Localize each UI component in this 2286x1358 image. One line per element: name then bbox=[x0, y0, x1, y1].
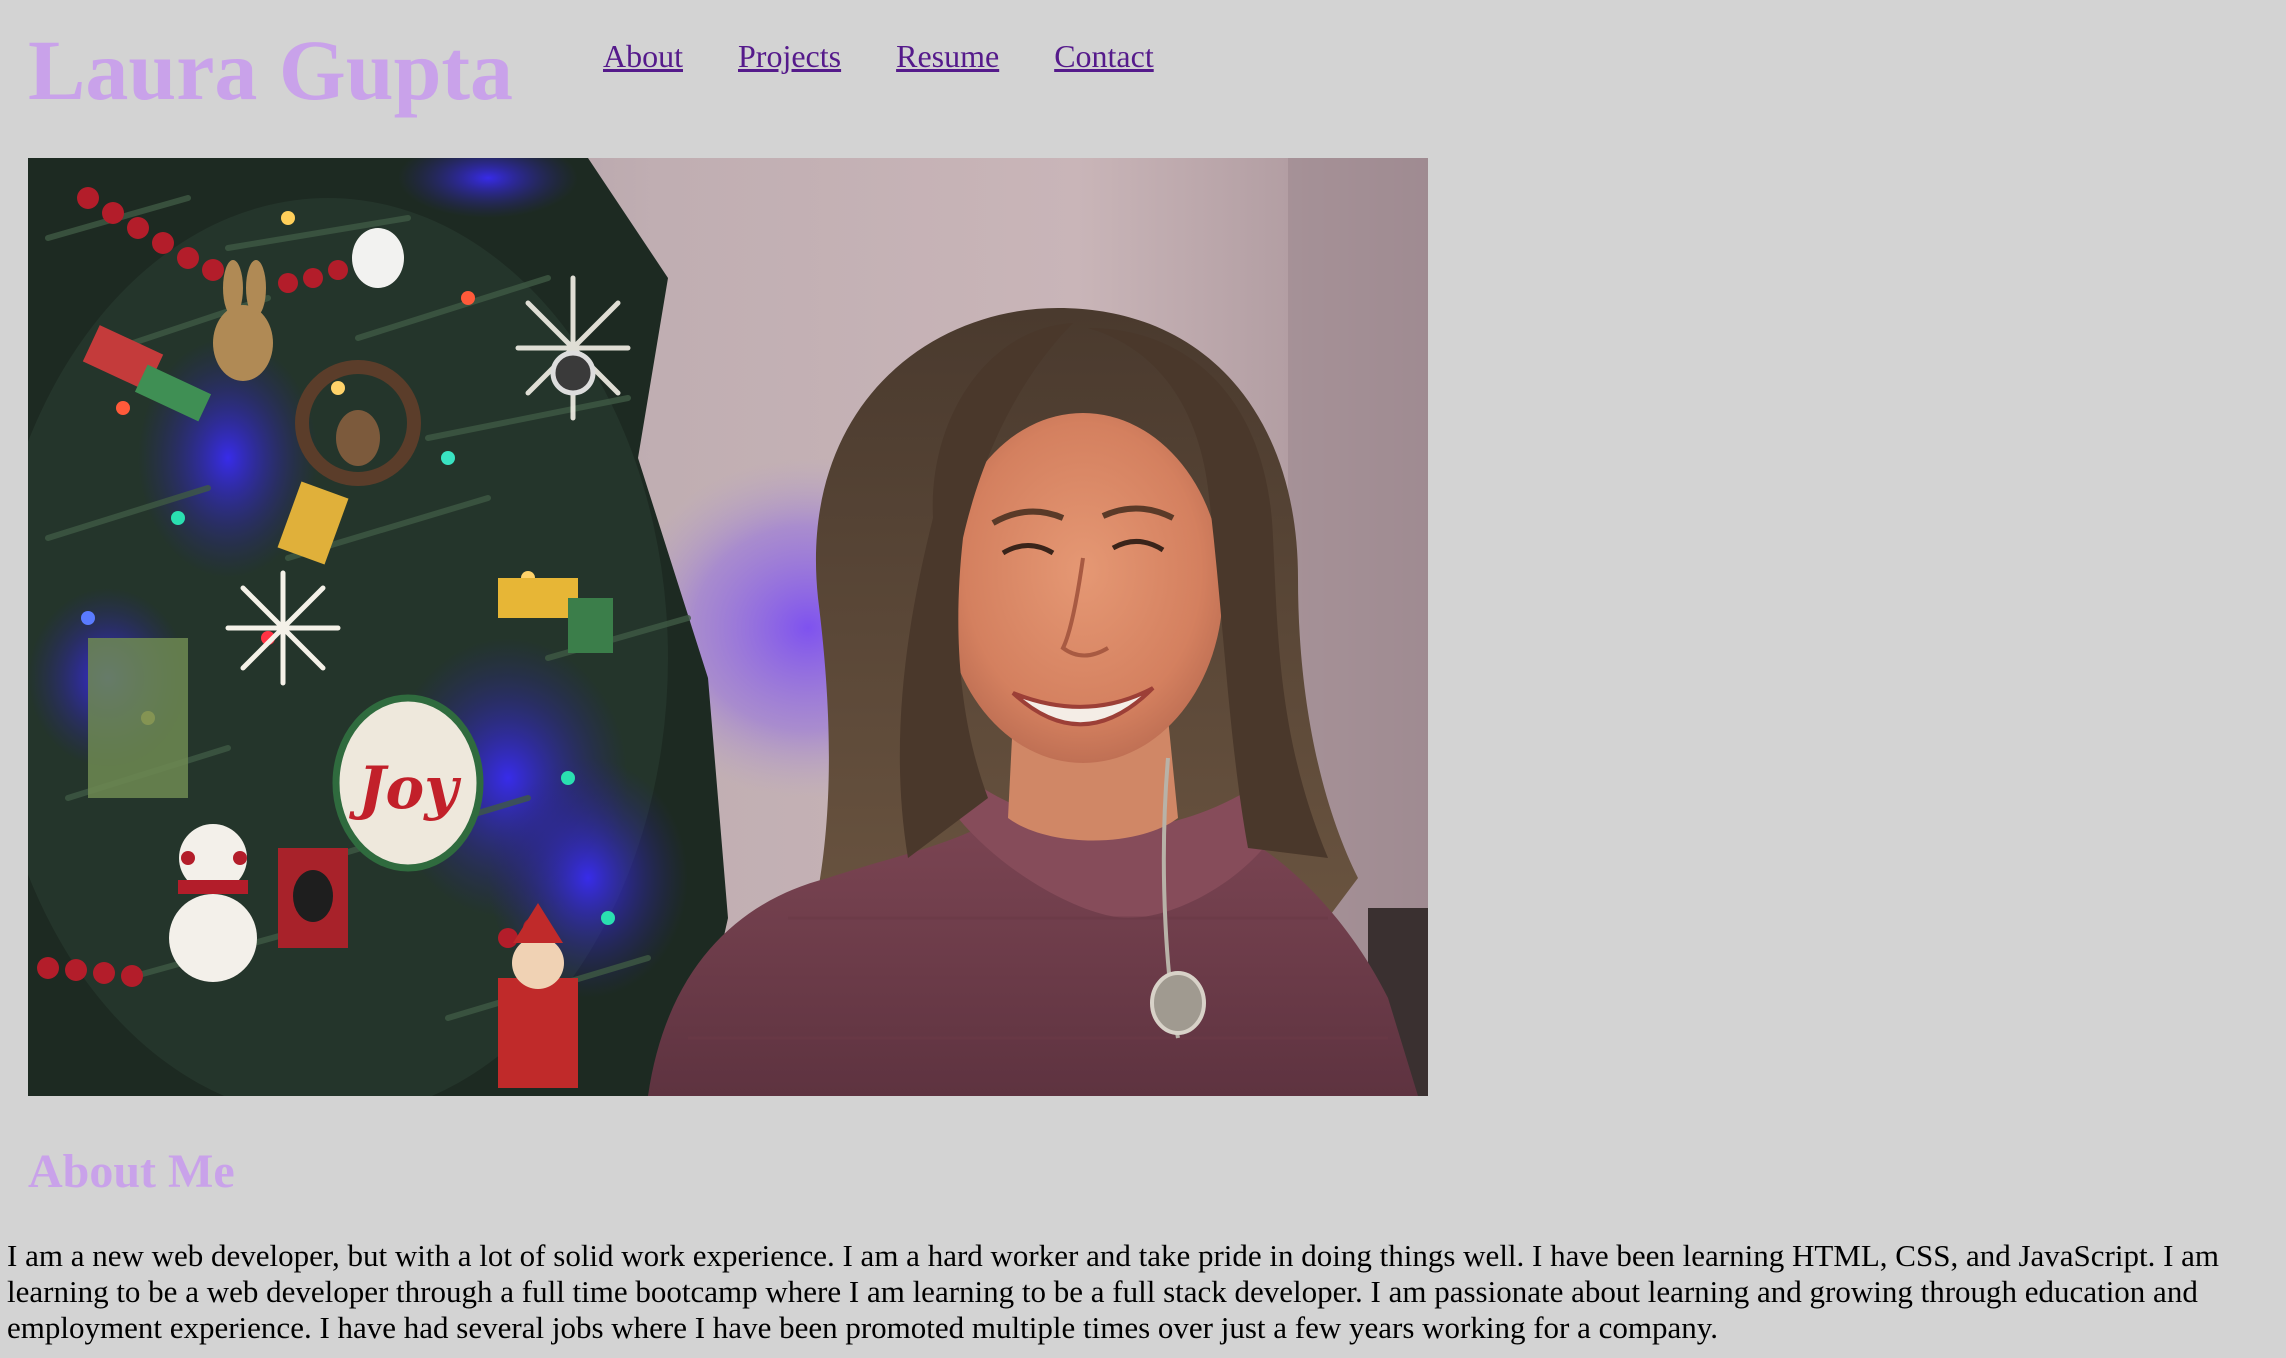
main-nav: About Projects Resume Contact bbox=[603, 34, 1209, 78]
nav-link-contact[interactable]: Contact bbox=[1054, 34, 1154, 78]
nav-link-projects[interactable]: Projects bbox=[738, 34, 841, 78]
svg-text:Joy: Joy bbox=[348, 754, 462, 822]
site-title: Laura Gupta bbox=[28, 22, 514, 118]
about-heading: About Me bbox=[28, 1145, 235, 1198]
nav-link-about[interactable]: About bbox=[603, 34, 683, 78]
about-text: I am a new web developer, but with a lot… bbox=[7, 1238, 2220, 1345]
profile-photo: Joy bbox=[28, 158, 1428, 1096]
nav-link-resume[interactable]: Resume bbox=[896, 34, 999, 78]
site-header: Laura Gupta About Projects Resume Contac… bbox=[0, 0, 2286, 140]
